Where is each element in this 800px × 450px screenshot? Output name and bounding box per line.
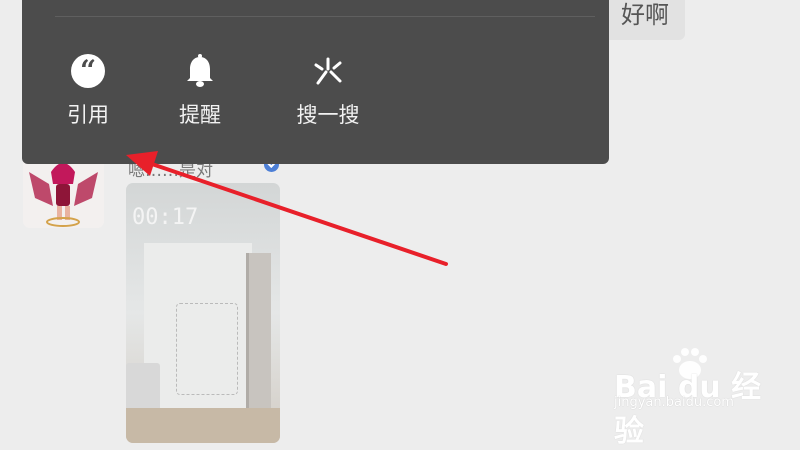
video-scene-floor <box>126 408 280 443</box>
video-message[interactable]: 00:17 <box>126 183 280 443</box>
menu-item-label: 引用 <box>67 103 109 127</box>
video-scene-sketch <box>176 303 238 395</box>
menu-item-label: 提醒 <box>179 103 221 127</box>
chat-area: 好啊 嗯……是对 00:17 “ 引用 提醒 搜一搜 Bai du 经验 jin… <box>0 0 800 449</box>
video-duration: 00:17 <box>132 205 199 230</box>
menu-divider <box>55 16 595 17</box>
quote-icon: “ <box>71 54 105 88</box>
watermark: Bai du 经验 jingyan.baidu.com <box>612 348 762 449</box>
message-context-menu: “ 引用 提醒 搜一搜 <box>22 0 609 164</box>
menu-item-label: 搜一搜 <box>296 103 360 127</box>
menu-item-search[interactable]: 搜一搜 <box>270 52 386 128</box>
search-spark-icon <box>314 57 342 85</box>
menu-item-remind[interactable]: 提醒 <box>155 52 245 128</box>
watermark-url: jingyan.baidu.com <box>614 395 734 410</box>
bell-icon <box>187 54 213 87</box>
message-text: 好啊 <box>621 1 669 29</box>
menu-item-quote[interactable]: “ 引用 <box>43 52 133 128</box>
